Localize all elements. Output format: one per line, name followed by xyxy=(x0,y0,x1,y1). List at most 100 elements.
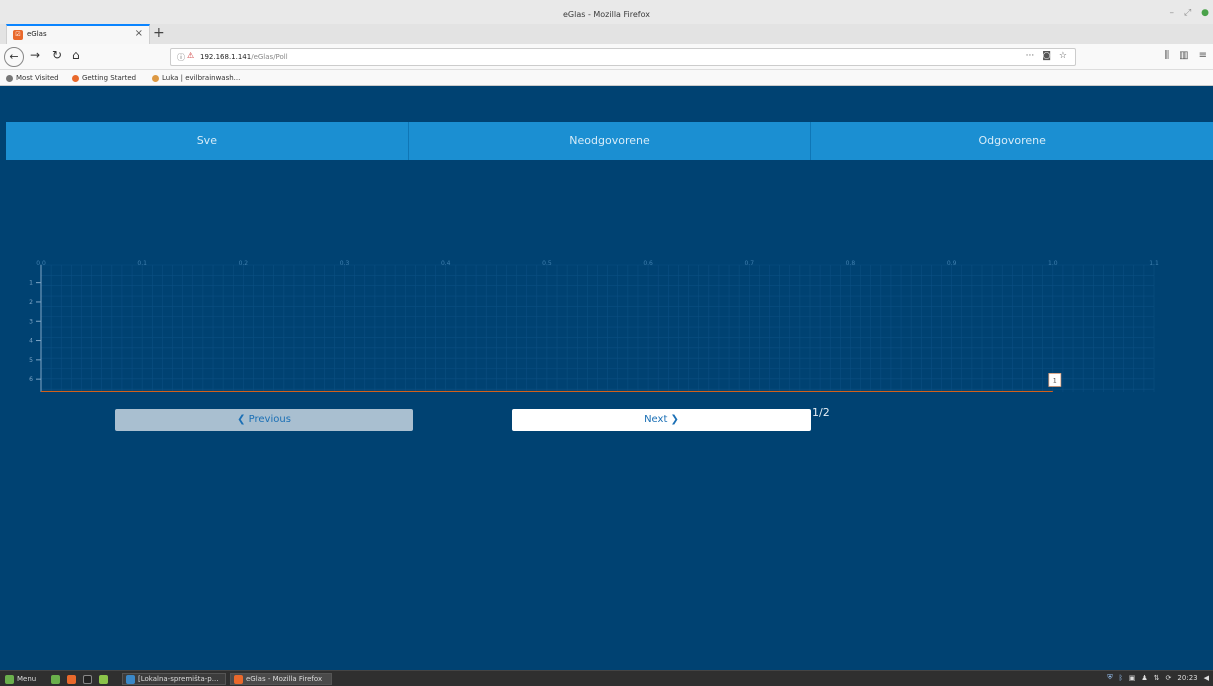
x-tick-label: 0.1 xyxy=(137,260,147,267)
page-actions-icon[interactable]: ··· xyxy=(1026,51,1035,61)
files-launcher[interactable] xyxy=(96,673,111,685)
x-tick-label: 1.1 xyxy=(1149,260,1159,267)
back-icon[interactable]: ← xyxy=(4,47,24,67)
x-tick-label: 1.0 xyxy=(1048,260,1058,267)
page-indicator: 1/2 xyxy=(812,406,830,419)
window-titlebar: eGlas - Mozilla Firefox – ⤢ ● xyxy=(0,0,1213,26)
window-title: eGlas - Mozilla Firefox xyxy=(563,10,650,19)
system-tray: ⛨ ᛒ ▣ ♟ ⇅ ⟳ 20:23 ◀ xyxy=(1107,673,1209,682)
bookmark-luka[interactable]: Luka | evilbrainwash... xyxy=(152,74,240,82)
user-icon[interactable]: ♟ xyxy=(1141,674,1147,682)
x-tick-label: 0.9 xyxy=(947,260,957,267)
next-label: Next xyxy=(644,414,668,425)
y-tick-label: 6 xyxy=(29,376,33,383)
new-tab-icon[interactable]: + xyxy=(153,24,165,42)
shield-icon[interactable]: ⛨ xyxy=(1107,673,1112,682)
task-label: [Lokalna-spremišta-p... xyxy=(138,675,219,683)
window-controls: – ⤢ ● xyxy=(1169,8,1209,18)
eglas-favicon-icon: ☑ xyxy=(13,30,23,40)
x-tick-label: 0.8 xyxy=(846,260,856,267)
mint-menu-icon xyxy=(5,674,14,684)
show-desktop-button[interactable] xyxy=(48,673,63,685)
reload-icon[interactable]: ↻ xyxy=(52,48,62,62)
data-label: 1 xyxy=(1053,377,1057,384)
chevron-right-circle-icon: ❯ xyxy=(670,414,679,425)
desktop-icon xyxy=(51,674,60,684)
update-icon[interactable]: ⟳ xyxy=(1166,674,1172,682)
toolbar-right: ⫼ ▥ ≡ xyxy=(1165,50,1207,61)
y-tick-label: 3 xyxy=(29,318,33,325)
library-icon[interactable]: ⫼ xyxy=(1165,50,1170,61)
folder-icon xyxy=(99,674,108,684)
y-tick-label: 4 xyxy=(29,338,33,345)
page-content: Sve Neodgovorene Odgovorene 0.0 0.1 0.2 0.3… xyxy=(0,86,1213,670)
tab-strip xyxy=(0,24,1213,44)
taskbar-task-firefox[interactable]: eGlas - Mozilla Firefox xyxy=(230,673,332,685)
bookmark-label: Getting Started xyxy=(82,74,137,82)
chevron-left-circle-icon: ❮ xyxy=(237,414,246,425)
bookmark-label: Luka | evilbrainwash... xyxy=(162,74,241,82)
firefox-launcher[interactable] xyxy=(64,673,79,685)
restore-icon[interactable]: ⤢ xyxy=(1184,8,1191,18)
minimize-icon[interactable]: – xyxy=(1169,8,1174,18)
browser-tab-title: eGlas xyxy=(27,30,47,38)
pocket-icon[interactable]: ◙ xyxy=(1042,51,1051,61)
tab-odgovorene[interactable]: Odgovorene xyxy=(811,122,1213,160)
x-tick-label: 0.6 xyxy=(643,260,653,267)
url-path: /eGlas/Poll xyxy=(251,53,288,61)
browser-tab[interactable]: ☑ eGlas × xyxy=(6,24,150,44)
navigation-bar: ← → ↻ ⌂ ⓘ ⚠ 192.168.1.141/eGlas/Poll ···… xyxy=(0,44,1213,70)
gear-icon xyxy=(6,74,13,82)
app-icon xyxy=(126,674,135,684)
terminal-launcher[interactable] xyxy=(80,673,95,685)
network-icon[interactable]: ⇅ xyxy=(1154,674,1160,682)
bookmark-label: Most Visited xyxy=(16,74,59,82)
close-window-icon[interactable]: ● xyxy=(1201,8,1209,18)
url-bar[interactable]: ⓘ ⚠ 192.168.1.141/eGlas/Poll ··· ◙ ☆ xyxy=(170,48,1076,66)
tab-neodgovorene[interactable]: Neodgovorene xyxy=(409,122,812,160)
taskbar: Menu [Lokalna-spremišta-p... eGlas - Moz… xyxy=(0,670,1213,686)
y-tick-label: 2 xyxy=(29,299,33,306)
info-icon[interactable]: ⓘ xyxy=(177,52,185,63)
x-tick-label: 0.4 xyxy=(441,260,451,267)
bluetooth-icon[interactable]: ᛒ xyxy=(1119,674,1123,682)
forward-icon[interactable]: → xyxy=(30,48,40,62)
bookmark-favicon-icon xyxy=(152,74,159,82)
tab-sve[interactable]: Sve xyxy=(6,122,409,160)
x-tick-label: 0.7 xyxy=(744,260,754,267)
taskbar-task-file-manager[interactable]: [Lokalna-spremišta-p... xyxy=(122,673,226,685)
filter-tabs: Sve Neodgovorene Odgovorene xyxy=(6,122,1213,160)
results-chart: 0.0 0.1 0.2 0.3 0.4 0.5 0.6 0.7 0.8 0.9 1.0 1.11234… xyxy=(29,260,1159,392)
task-label: eGlas - Mozilla Firefox xyxy=(246,675,323,683)
menu-hamburger-icon[interactable]: ≡ xyxy=(1199,50,1207,61)
insecure-lock-icon[interactable]: ⚠ xyxy=(187,51,194,60)
x-tick-label: 0.5 xyxy=(542,260,552,267)
terminal-icon xyxy=(83,674,92,684)
y-tick-label: 5 xyxy=(29,357,33,364)
bookmark-getting-started[interactable]: Getting Started xyxy=(72,74,136,82)
next-button[interactable]: Next ❯ xyxy=(512,409,811,431)
clipboard-icon[interactable]: ▣ xyxy=(1129,674,1136,682)
menu-label: Menu xyxy=(17,675,37,683)
volume-icon[interactable]: ◀ xyxy=(1204,674,1209,682)
firefox-icon xyxy=(67,674,76,684)
url-host: 192.168.1.141 xyxy=(200,53,252,61)
close-tab-icon[interactable]: × xyxy=(135,28,143,39)
url-text: 192.168.1.141/eGlas/Poll xyxy=(200,53,288,61)
sidebar-icon[interactable]: ▥ xyxy=(1179,50,1188,61)
x-tick-label: 0.3 xyxy=(340,260,350,267)
previous-button[interactable]: ❮ Previous xyxy=(115,409,413,431)
previous-label: Previous xyxy=(248,414,291,425)
y-tick-label: 1 xyxy=(29,280,33,287)
home-icon[interactable]: ⌂ xyxy=(72,48,80,62)
start-menu-button[interactable]: Menu xyxy=(2,673,39,685)
firefox-icon xyxy=(72,74,79,82)
bookmarks-toolbar: Most Visited Getting Started Luka | evil… xyxy=(0,70,1213,86)
bar-7 xyxy=(41,390,1053,392)
bookmark-most-visited[interactable]: Most Visited xyxy=(6,74,59,82)
bookmark-star-icon[interactable]: ☆ xyxy=(1059,51,1067,61)
x-tick-label: 0.2 xyxy=(239,260,249,267)
clock[interactable]: 20:23 xyxy=(1177,674,1197,682)
firefox-icon xyxy=(234,674,243,684)
url-actions: ··· ◙ ☆ xyxy=(1026,51,1067,61)
